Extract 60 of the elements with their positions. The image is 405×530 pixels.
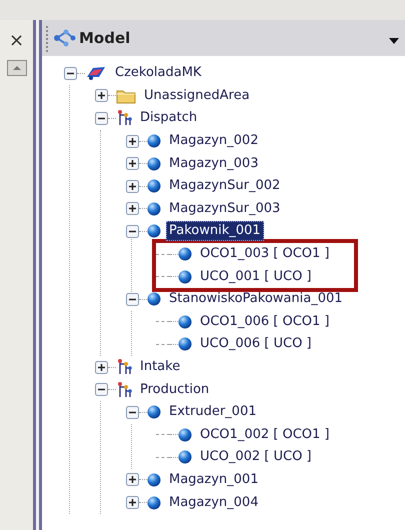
tree-item[interactable]: Pakownik_001 [166, 221, 264, 242]
sphere-icon [147, 134, 161, 148]
tree-item[interactable]: Extruder_001 [166, 402, 260, 422]
sphere-icon [178, 450, 192, 464]
tree-item[interactable]: OCO1_003 [ OCO1 ] [197, 244, 332, 264]
sphere-icon [178, 337, 192, 352]
grip-icon[interactable] [46, 24, 49, 52]
tree-item[interactable]: MagazynSur_002 [166, 176, 284, 196]
expand-icon[interactable] [94, 89, 108, 102]
expand-icon[interactable] [126, 202, 138, 216]
sphere-icon [147, 156, 161, 171]
tree-item[interactable]: MagazynSur_003 [166, 198, 284, 219]
tree-item[interactable]: OCO1_006 [ OCO1 ] [197, 312, 332, 332]
sphere-icon [147, 405, 161, 420]
model-icon [85, 65, 107, 82]
sphere-icon [147, 179, 161, 194]
collapse-icon[interactable] [126, 224, 138, 238]
tree-item[interactable]: UCO_006 [ UCO ] [197, 334, 315, 354]
collapse-icon[interactable] [126, 292, 138, 306]
tree-item[interactable]: OCO1_002 [ OCO1 ] [197, 424, 332, 445]
dropdown-icon[interactable] [389, 38, 399, 44]
collapse-icon[interactable] [94, 383, 108, 396]
tree-item[interactable]: StanowiskoPakowania_001 [166, 289, 346, 310]
sphere-icon [178, 247, 192, 262]
sphere-icon [178, 270, 192, 284]
tree-item[interactable]: UCO_001 [ UCO ] [197, 266, 315, 287]
network-icon [116, 109, 132, 128]
tree-item[interactable]: UnassignedArea [141, 86, 253, 106]
tree-item[interactable]: Dispatch [137, 108, 200, 128]
collapse-icon[interactable] [126, 406, 138, 419]
network-icon [116, 358, 132, 376]
tree-item[interactable]: Magazyn_003 [166, 154, 262, 174]
collapse-icon[interactable] [94, 112, 108, 125]
sphere-icon [147, 224, 161, 238]
tree-item[interactable]: UCO_002 [ UCO ] [197, 447, 315, 468]
sphere-icon [178, 314, 192, 329]
expand-icon[interactable] [126, 180, 138, 193]
sphere-icon [147, 472, 161, 487]
expand-icon[interactable] [126, 134, 138, 148]
close-button[interactable]: × [8, 30, 24, 52]
tree-item[interactable]: Production [137, 380, 212, 400]
panel-title: Model [79, 28, 130, 49]
expand-icon[interactable] [94, 360, 108, 374]
collapse-icon[interactable] [64, 66, 76, 80]
network-icon [116, 380, 132, 399]
tree-item[interactable]: Magazyn_002 [166, 131, 262, 152]
network-icon [53, 29, 77, 47]
sphere-icon [147, 496, 161, 510]
tree-item[interactable]: Magazyn_004 [166, 492, 262, 513]
tree-item[interactable]: CzekoladaMK [112, 63, 204, 84]
tree-item[interactable]: Magazyn_001 [166, 470, 262, 490]
sphere-icon [178, 428, 192, 442]
expand-icon[interactable] [126, 496, 138, 510]
sphere-icon [147, 202, 161, 216]
folder-icon [116, 88, 136, 104]
sphere-icon [147, 292, 161, 306]
tree-item[interactable]: Intake [137, 357, 184, 378]
expand-icon[interactable] [126, 473, 138, 486]
expand-icon[interactable] [126, 157, 138, 170]
scroll-up-icon[interactable] [6, 60, 26, 76]
